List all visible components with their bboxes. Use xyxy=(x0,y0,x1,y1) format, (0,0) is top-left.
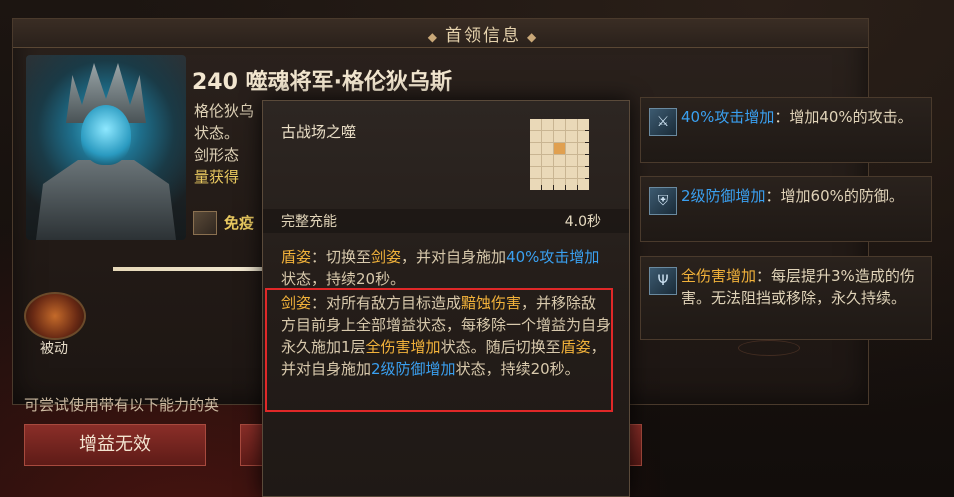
trident-icon: Ψ xyxy=(649,267,677,295)
keyword: 40%攻击增加 xyxy=(506,248,600,266)
charge-label: 完整充能 xyxy=(281,214,337,230)
buff-card-attack[interactable]: ⚔ 40%攻击增加：增加40%的攻击。 xyxy=(640,97,932,163)
boss-description: 格伦狄乌 状态。 剑形态 量获得 xyxy=(194,100,254,188)
boss-desc-line: 状态。 xyxy=(194,124,240,142)
portrait-face xyxy=(81,105,131,165)
shield-icon: ⛨ xyxy=(649,187,677,215)
third-ability-button[interactable] xyxy=(628,424,642,466)
charge-value: 4.0秒 xyxy=(564,214,601,230)
diamond-icon: ◆ xyxy=(527,30,539,44)
boss-name: 240 噬魂将军·格伦狄乌斯 xyxy=(192,70,452,95)
decorative-ornament xyxy=(738,340,800,356)
text: ，并对自身施加 xyxy=(401,248,507,266)
boss-desc-line: 格伦狄乌 xyxy=(194,102,255,120)
immune-label: 免疫 xyxy=(224,214,255,232)
shield-stance-description: 盾姿：切换至剑姿，并对自身施加40%攻击增加状态，持续20秒。 xyxy=(281,246,611,290)
buff-desc: ：增加40%的攻击。 xyxy=(774,108,913,126)
boss-desc-line: 量获得 xyxy=(194,168,240,186)
panel-title: ◆ 首领信息 ◆ xyxy=(383,21,583,46)
text: 状态，持续20秒。 xyxy=(281,270,406,288)
passive-skill-icon[interactable] xyxy=(24,292,86,340)
buff-nullify-button[interactable]: 增益无效 xyxy=(24,424,206,466)
boss-desc-line: 剑形态 xyxy=(194,146,240,164)
buff-desc: ：增加60%的防御。 xyxy=(765,187,904,205)
skill-name: 古战场之噬 xyxy=(281,123,357,141)
buff-text: 全伤害增加：每层提升3%造成的伤害。无法阻挡或移除，永久持续。 xyxy=(681,265,926,309)
second-ability-button[interactable] xyxy=(240,424,264,466)
buff-name: 40%攻击增加 xyxy=(681,108,775,126)
skill-range-grid xyxy=(530,119,589,190)
portrait-armor xyxy=(36,160,176,240)
panel-title-text: 首领信息 xyxy=(445,26,521,46)
sword-icon: ⚔ xyxy=(649,108,677,136)
keyword: 剑姿 xyxy=(371,248,402,266)
passive-label: 被动 xyxy=(40,341,68,357)
buff-text: 40%攻击增加：增加40%的攻击。 xyxy=(681,106,926,128)
buff-name: 2级防御增加 xyxy=(681,187,766,205)
buff-name: 全伤害增加 xyxy=(681,267,757,285)
buff-card-damage[interactable]: Ψ 全伤害增加：每层提升3%造成的伤害。无法阻挡或移除，永久持续。 xyxy=(640,256,932,340)
highlight-box xyxy=(265,288,613,412)
text: ：切换至 xyxy=(311,248,372,266)
immune-icon[interactable] xyxy=(193,211,217,235)
buff-text: 2级防御增加：增加60%的防御。 xyxy=(681,185,926,207)
try-abilities-text: 可尝试使用带有以下能力的英 xyxy=(24,396,220,414)
progress-divider xyxy=(113,267,273,271)
diamond-icon: ◆ xyxy=(427,30,439,44)
boss-portrait xyxy=(26,55,186,240)
panel-title-bar: ◆ 首领信息 ◆ xyxy=(13,19,868,48)
keyword: 盾姿 xyxy=(281,248,312,266)
buff-card-defense[interactable]: ⛨ 2级防御增加：增加60%的防御。 xyxy=(640,176,932,242)
